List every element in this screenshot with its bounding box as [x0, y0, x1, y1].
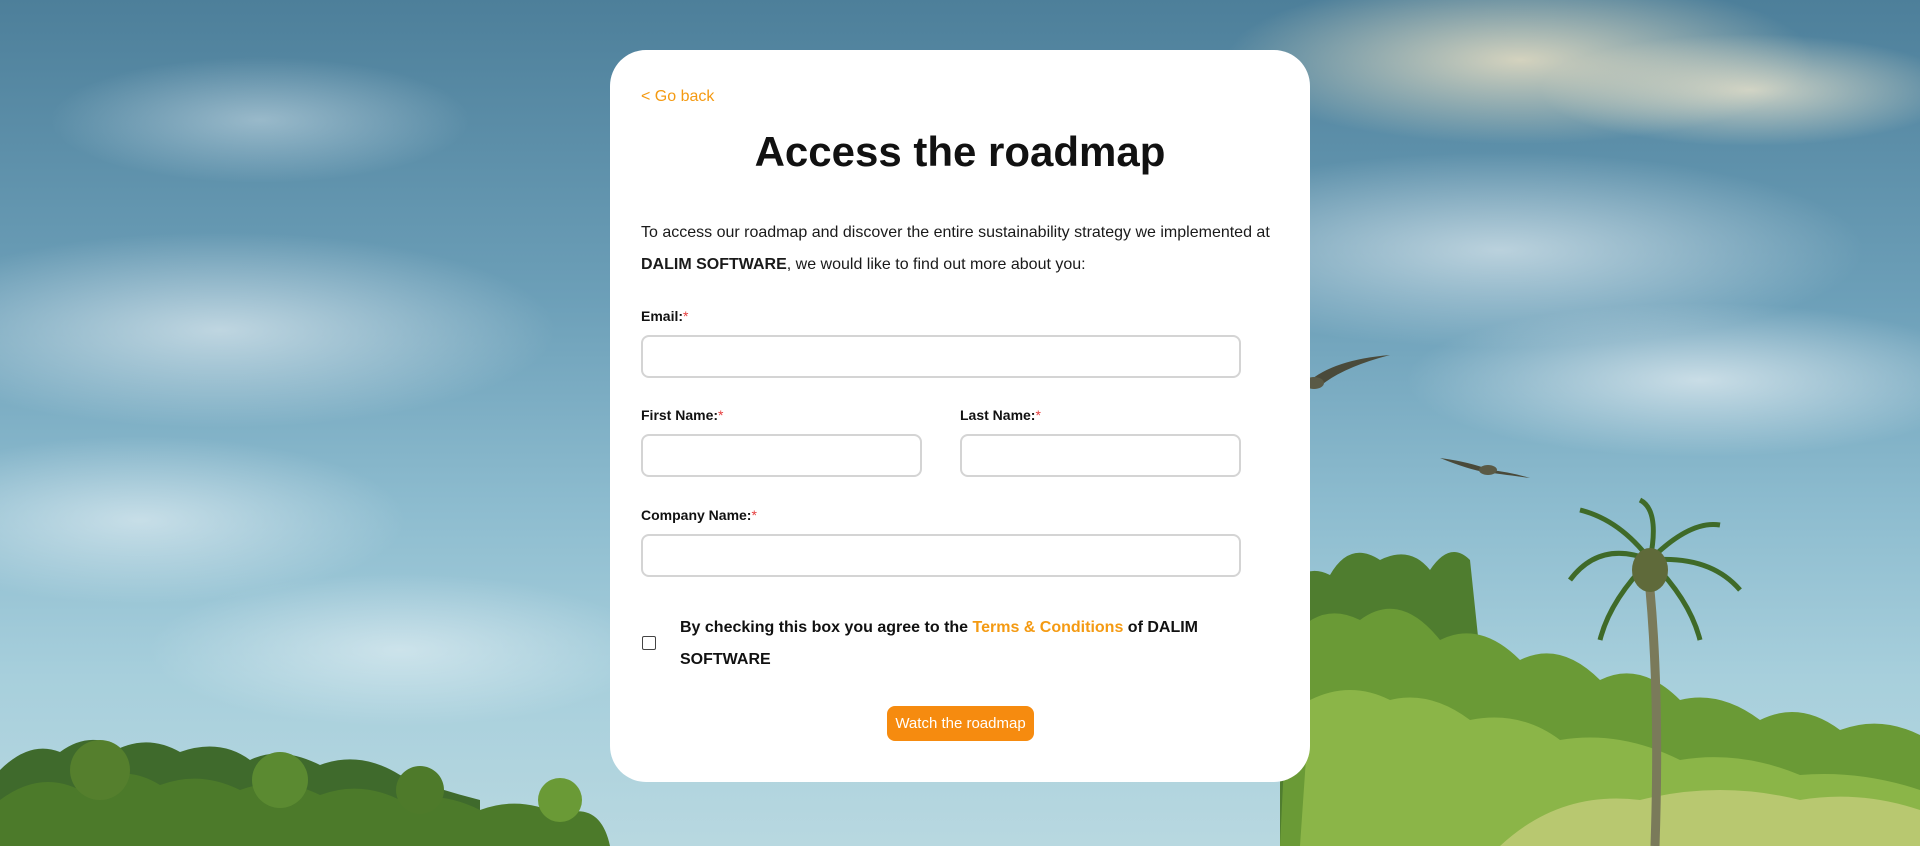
email-required-mark: * — [683, 308, 689, 324]
company-name-field[interactable] — [641, 534, 1241, 577]
email-field[interactable] — [641, 335, 1241, 378]
last-name-required-mark: * — [1035, 407, 1041, 423]
watch-roadmap-button[interactable]: Watch the roadmap — [887, 706, 1034, 741]
email-label-text: Email: — [641, 308, 684, 324]
consent-prefix: By checking this box you agree to the — [680, 619, 973, 636]
terms-consent-text: By checking this box you agree to the Te… — [680, 612, 1240, 676]
last-name-field[interactable] — [960, 434, 1241, 477]
company-name-label: Company Name:* — [641, 507, 757, 523]
intro-text: To access our roadmap and discover the e… — [641, 217, 1281, 281]
first-name-label-text: First Name: — [641, 407, 719, 423]
roadmap-access-card: < Go back Access the roadmap To access o… — [610, 50, 1310, 782]
terms-checkbox[interactable] — [642, 636, 656, 650]
go-back-link[interactable]: < Go back — [641, 88, 714, 106]
page-title: Access the roadmap — [754, 128, 1166, 175]
intro-company-name: DALIM SOFTWARE — [641, 256, 787, 273]
terms-conditions-link[interactable]: Terms & Conditions — [973, 619, 1124, 636]
intro-text-part1: To access our roadmap and discover the e… — [641, 224, 1270, 241]
company-name-required-mark: * — [751, 507, 757, 523]
first-name-label: First Name:* — [641, 407, 723, 423]
company-name-label-text: Company Name: — [641, 507, 752, 523]
first-name-field[interactable] — [641, 434, 922, 477]
first-name-required-mark: * — [718, 407, 724, 423]
intro-text-part2: , we would like to find out more about y… — [786, 256, 1086, 273]
last-name-label: Last Name:* — [960, 407, 1041, 423]
email-label: Email:* — [641, 308, 688, 324]
last-name-label-text: Last Name: — [960, 407, 1036, 423]
